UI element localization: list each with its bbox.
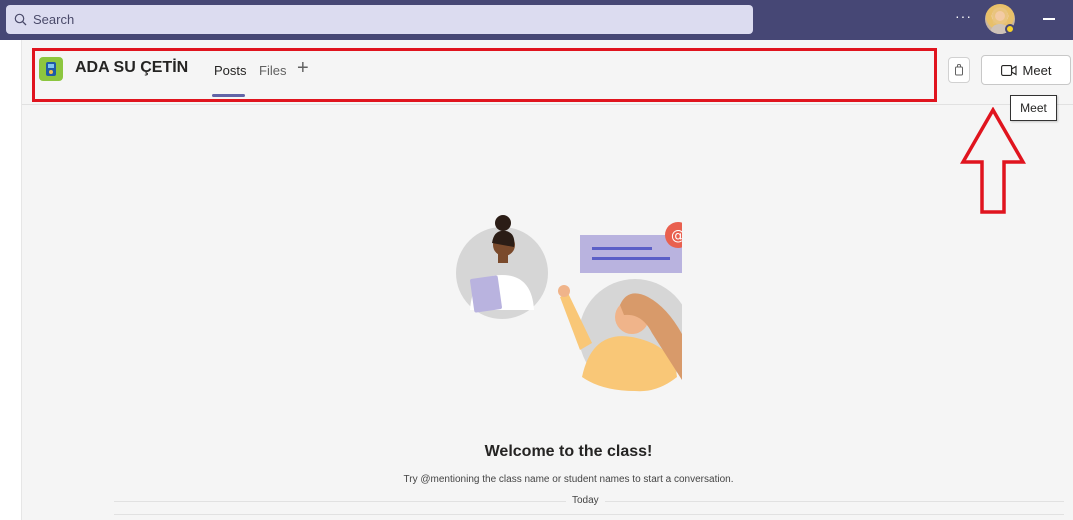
meet-button-label: Meet (1022, 62, 1052, 78)
annotation-highlight-box (32, 48, 937, 102)
presence-badge (1005, 24, 1015, 34)
channel-view: ADA SU ÇETİN Posts Files + Meet Meet Wel… (22, 40, 1073, 520)
search-box[interactable] (6, 5, 753, 34)
more-options-button[interactable]: ··· (955, 8, 972, 24)
channel-header: ADA SU ÇETİN Posts Files + Meet (22, 40, 1073, 105)
minimize-button[interactable] (1043, 18, 1055, 20)
date-divider-label: Today (566, 495, 605, 506)
meet-button[interactable]: Meet (981, 55, 1071, 85)
conversation-info-button[interactable] (948, 57, 970, 83)
svg-text:@: @ (671, 228, 682, 244)
welcome-title: Welcome to the class! (484, 443, 653, 460)
search-input[interactable] (33, 12, 713, 27)
search-icon (14, 13, 27, 26)
message-area-border (114, 514, 1064, 515)
conversation-info-icon (955, 64, 963, 76)
top-bar: ··· (0, 0, 1073, 40)
app-rail (0, 40, 22, 520)
annotation-arrow-icon (960, 107, 1026, 214)
rail-handle (0, 466, 14, 494)
welcome-illustration: @ (456, 215, 682, 392)
welcome-hint: Try @mentioning the class name or studen… (403, 474, 734, 485)
video-camera-icon (1000, 64, 1017, 76)
